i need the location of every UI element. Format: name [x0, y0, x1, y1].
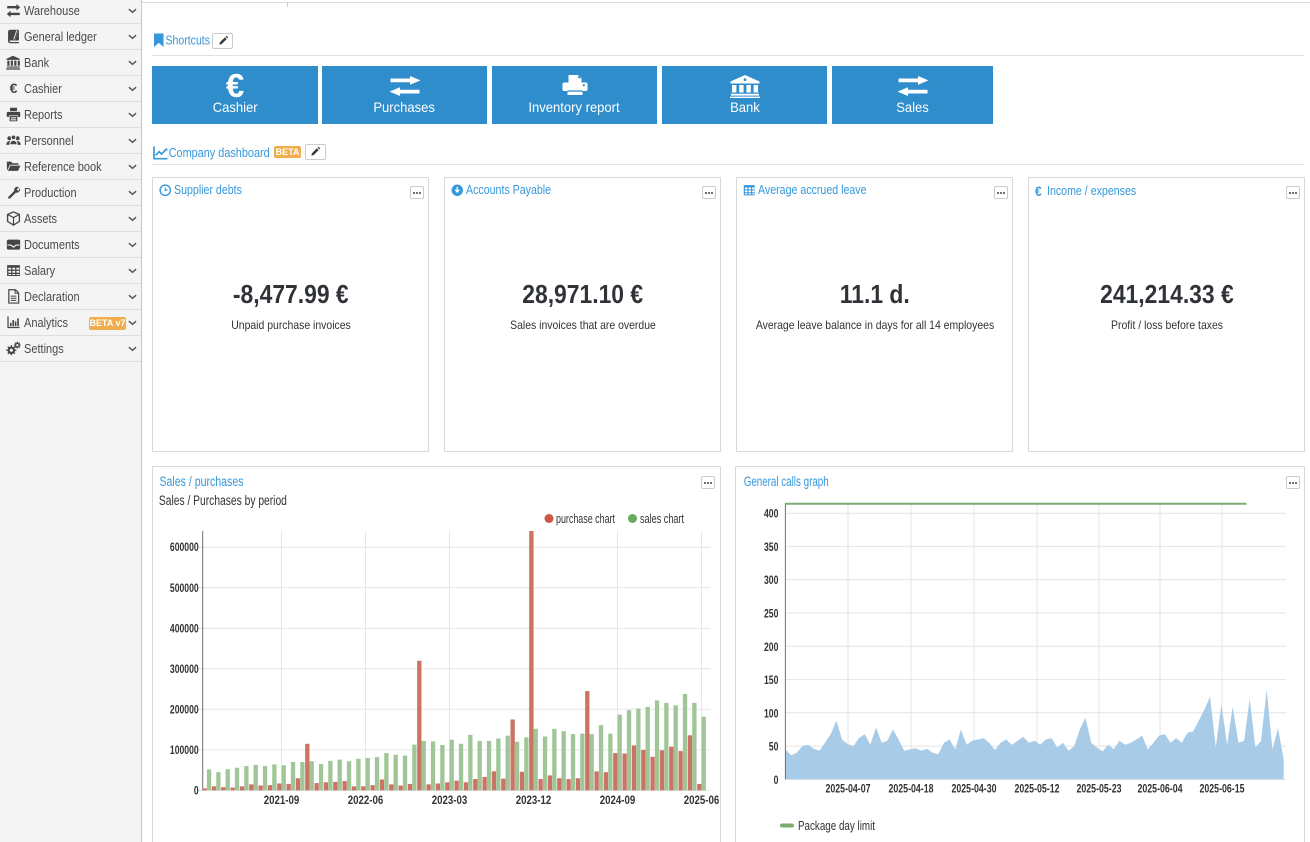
svg-text:2025-04-18: 2025-04-18	[889, 781, 934, 795]
svg-text:400: 400	[764, 507, 779, 521]
svg-text:2025-06-15: 2025-06-15	[1200, 781, 1245, 795]
svg-text:200: 200	[764, 640, 779, 654]
svg-text:2021-09: 2021-09	[264, 795, 300, 807]
svg-text:Sales / purchases: Sales / purchases	[160, 474, 244, 489]
svg-text:300: 300	[764, 573, 779, 587]
svg-text:Package day limit: Package day limit	[798, 819, 875, 833]
svg-text:General calls graph: General calls graph	[744, 474, 829, 489]
svg-text:100000: 100000	[170, 745, 199, 757]
svg-text:2025-04-30: 2025-04-30	[952, 781, 997, 795]
svg-text:250: 250	[764, 607, 779, 621]
svg-text:€: €	[10, 81, 18, 96]
svg-text:2025-05-12: 2025-05-12	[1015, 781, 1060, 795]
svg-text:Shortcuts: Shortcuts	[166, 33, 211, 48]
svg-text:350: 350	[764, 540, 779, 554]
svg-text:150: 150	[764, 673, 779, 687]
svg-text:100: 100	[764, 706, 779, 720]
svg-text:2025-04-07: 2025-04-07	[826, 781, 871, 795]
svg-text:2023-03: 2023-03	[432, 795, 468, 807]
svg-text:2022-06: 2022-06	[348, 795, 384, 807]
svg-text:600000: 600000	[170, 542, 199, 554]
svg-text:0: 0	[774, 773, 779, 787]
svg-text:purchase chart: purchase chart	[556, 512, 615, 526]
svg-text:2025-05-23: 2025-05-23	[1077, 781, 1122, 795]
svg-text:sales chart: sales chart	[640, 512, 684, 526]
svg-text:2025-06: 2025-06	[684, 795, 720, 807]
svg-text:2025-06-04: 2025-06-04	[1138, 781, 1183, 795]
svg-text:2024-09: 2024-09	[600, 795, 636, 807]
svg-text:Company dashboard: Company dashboard	[169, 145, 270, 160]
svg-text:200000: 200000	[170, 704, 199, 716]
svg-text:400000: 400000	[170, 623, 199, 635]
svg-text:0: 0	[194, 785, 199, 797]
svg-text:Sales / Purchases by period: Sales / Purchases by period	[159, 493, 287, 508]
svg-text:500000: 500000	[170, 583, 199, 595]
svg-text:50: 50	[769, 740, 779, 754]
svg-text:300000: 300000	[170, 664, 199, 676]
svg-text:2023-12: 2023-12	[516, 795, 552, 807]
